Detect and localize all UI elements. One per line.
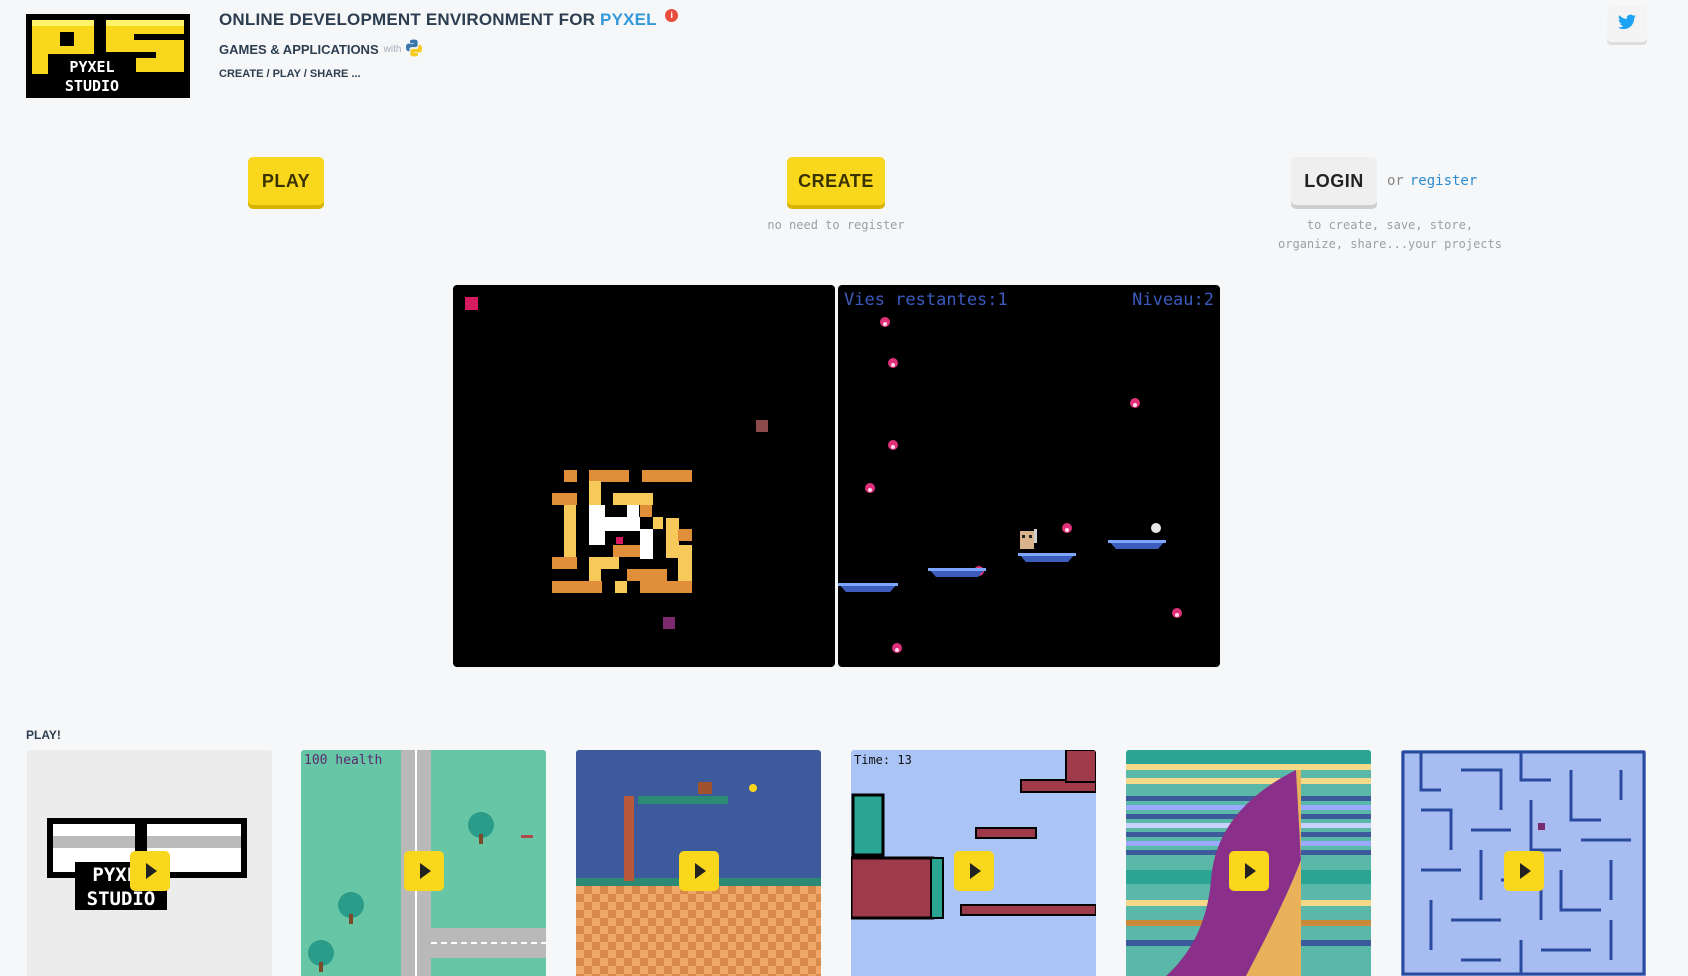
login-note-line-1: to create, save, store, xyxy=(1306,218,1474,232)
create-button[interactable]: CREATE xyxy=(787,157,885,205)
or-label: or xyxy=(1387,173,1404,189)
with-label: with xyxy=(383,44,402,55)
play-icon xyxy=(420,863,431,879)
play-icon xyxy=(146,863,157,879)
title-prefix: ONLINE DEVELOPMENT ENVIRONMENT FOR xyxy=(219,10,596,29)
play-section-title: PLAY! xyxy=(26,728,61,742)
login-note: to create, save, store, organize, share.… xyxy=(1250,216,1530,254)
game-4-hud: Time: 13 xyxy=(854,753,912,767)
demo-canvas-platformer[interactable]: Vies restantes:1 Niveau:2 xyxy=(838,285,1220,667)
game-thumb-3[interactable] xyxy=(576,750,821,976)
login-button[interactable]: LOGIN xyxy=(1291,157,1377,205)
play-icon xyxy=(1520,863,1531,879)
twitter-icon xyxy=(1618,14,1636,35)
game-thumb-4[interactable]: Time: 13 xyxy=(851,750,1096,976)
game-thumb-5[interactable] xyxy=(1126,750,1371,976)
subtitle-text: GAMES & APPLICATIONS xyxy=(219,42,379,57)
header-tagline: ONLINE DEVELOPMENT ENVIRONMENT FOR PYXEL… xyxy=(219,9,679,80)
svg-text:STUDIO: STUDIO xyxy=(65,77,119,95)
play-game-5-button[interactable] xyxy=(1228,851,1269,891)
register-prompt: or register xyxy=(1387,173,1477,189)
play-game-4-button[interactable] xyxy=(953,851,994,891)
page-title: ONLINE DEVELOPMENT ENVIRONMENT FOR PYXEL… xyxy=(219,9,679,30)
play-icon xyxy=(695,863,706,879)
game-thumb-2[interactable]: 100 health xyxy=(301,750,546,976)
info-badge[interactable]: i xyxy=(665,9,679,22)
play-button[interactable]: PLAY xyxy=(248,157,324,205)
game-2-hud: 100 health xyxy=(304,753,382,768)
play-game-2-button[interactable] xyxy=(403,851,444,891)
python-icon xyxy=(404,38,424,61)
play-icon xyxy=(1245,863,1256,879)
level-text: Niveau:2 xyxy=(1132,290,1214,310)
play-game-3-button[interactable] xyxy=(678,851,719,891)
login-note-line-2: organize, share...your projects xyxy=(1278,237,1502,251)
play-game-1-button[interactable] xyxy=(129,851,170,891)
game-thumb-6[interactable] xyxy=(1401,750,1646,976)
subtitle: GAMES & APPLICATIONS with xyxy=(219,38,678,61)
play-game-6-button[interactable] xyxy=(1503,851,1544,891)
slogan: CREATE / PLAY / SHARE ... xyxy=(219,68,361,80)
twitter-button[interactable] xyxy=(1607,6,1647,42)
demo-canvas-maze[interactable] xyxy=(453,285,835,667)
svg-text:STUDIO: STUDIO xyxy=(87,888,156,910)
register-link[interactable]: register xyxy=(1410,173,1477,189)
pyxel-studio-logo[interactable]: PYXEL STUDIO xyxy=(26,14,190,98)
play-icon xyxy=(970,863,981,879)
game-thumb-1[interactable]: PYXEL STUDIO xyxy=(27,750,272,976)
svg-text:PYXEL: PYXEL xyxy=(69,58,114,76)
create-note: no need to register xyxy=(767,218,905,232)
pyxel-link[interactable]: PYXEL xyxy=(600,10,656,29)
lives-text: Vies restantes:1 xyxy=(844,290,1008,310)
